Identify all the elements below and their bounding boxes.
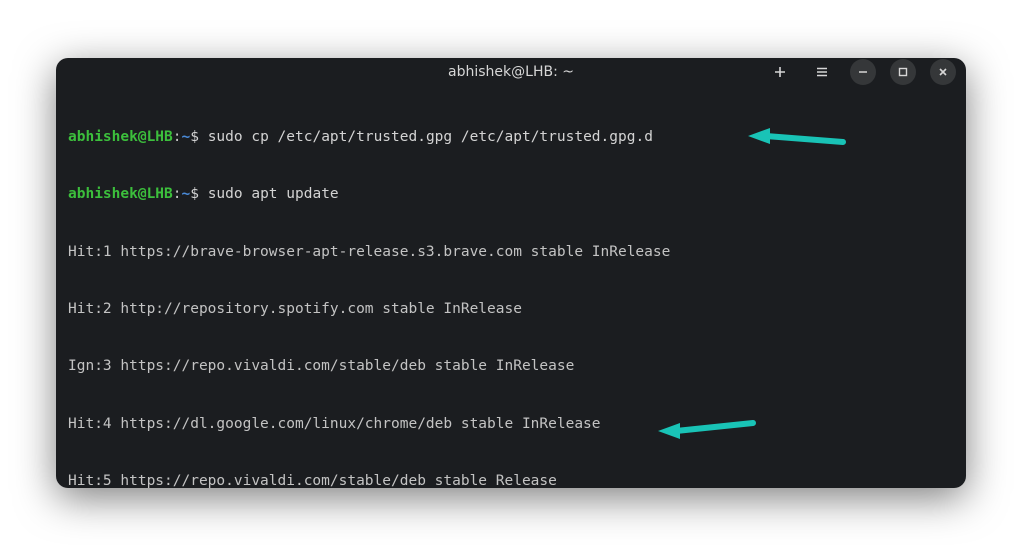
prompt-symbol: $ [190,186,199,202]
new-tab-button[interactable] [766,58,794,86]
output-line: Ign:3 https://repo.vivaldi.com/stable/de… [68,357,950,376]
terminal-body[interactable]: abhishek@LHB:~$ sudo cp /etc/apt/trusted… [56,86,966,488]
close-button[interactable] [930,59,956,85]
output-line: Hit:1 https://brave-browser-apt-release.… [68,243,950,262]
window-title: abhishek@LHB: ~ [448,64,574,80]
minimize-button[interactable] [850,59,876,85]
prompt-path: ~ [182,129,191,145]
window-controls [766,58,956,86]
prompt-user: abhishek@LHB [68,129,173,145]
prompt-user: abhishek@LHB [68,186,173,202]
output-line: Hit:2 http://repository.spotify.com stab… [68,300,950,319]
terminal-window: abhishek@LHB: ~ abhishek@LHB:~$ sudo cp … [56,58,966,488]
prompt-line: abhishek@LHB:~$ sudo cp /etc/apt/trusted… [68,128,950,147]
output-line: Hit:4 https://dl.google.com/linux/chrome… [68,415,950,434]
command-text: sudo apt update [208,186,339,202]
prompt-symbol: $ [190,129,199,145]
menu-button[interactable] [808,58,836,86]
maximize-button[interactable] [890,59,916,85]
output-line: Hit:5 https://repo.vivaldi.com/stable/de… [68,472,950,488]
command-text: sudo cp /etc/apt/trusted.gpg /etc/apt/tr… [208,129,653,145]
prompt-path: ~ [182,186,191,202]
prompt-line: abhishek@LHB:~$ sudo apt update [68,185,950,204]
titlebar: abhishek@LHB: ~ [56,58,966,86]
